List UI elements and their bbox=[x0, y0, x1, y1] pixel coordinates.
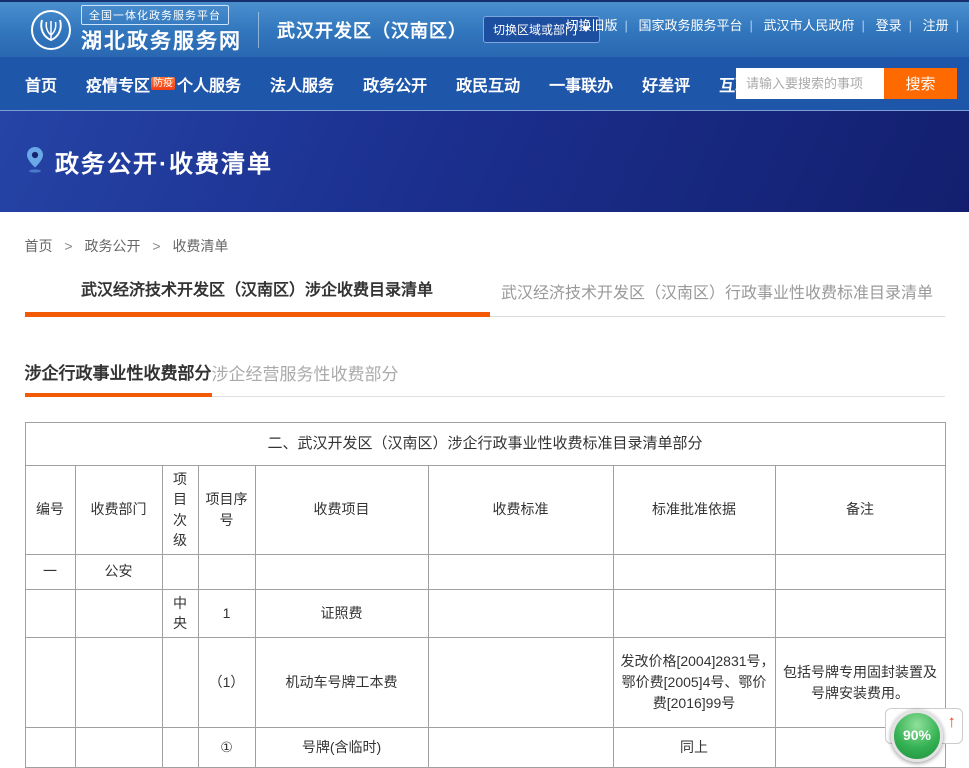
link-national-platform[interactable]: 国家政务服务平台 bbox=[639, 18, 743, 33]
tab-admin-fee-standard-list[interactable]: 武汉经济技术开发区（汉南区）行政事业性收费标准目录清单 bbox=[490, 279, 945, 317]
utility-links: 切换旧版 | 国家政务服务平台 | 武汉市人民政府 | 登录 | 注册 | bbox=[560, 15, 961, 34]
table-cell bbox=[162, 554, 198, 589]
table-cell bbox=[25, 589, 75, 637]
breadcrumb: 首页 > 政务公开 > 收费清单 bbox=[25, 212, 945, 256]
link-login[interactable]: 登录 bbox=[876, 18, 902, 33]
col-header-remarks: 备注 bbox=[775, 466, 945, 555]
table-cell bbox=[25, 728, 75, 768]
fee-table: 二、武汉开发区（汉南区）涉企行政事业性收费标准目录清单部分 编号 收费部门 项目… bbox=[25, 422, 946, 768]
page-zoom-button[interactable]: 90% bbox=[891, 710, 943, 762]
table-cell: 机动车号牌工本费 bbox=[255, 638, 428, 728]
search-bar: 搜索 bbox=[736, 68, 957, 99]
page-banner: 政务公开·收费清单 bbox=[0, 110, 969, 212]
breadcrumb-separator: > bbox=[64, 238, 72, 254]
nav-item-public-interaction[interactable]: 政民互动 bbox=[456, 72, 520, 96]
tab-enterprise-fee-list[interactable]: 武汉经济技术开发区（汉南区）涉企收费目录清单 bbox=[25, 276, 490, 317]
top-header-bar: 全国一体化政务服务平台 湖北政务服务网 武汉开发区（汉南区） 切换区域或部门 切… bbox=[0, 0, 969, 57]
search-input[interactable] bbox=[736, 68, 884, 99]
table-cell: 1 bbox=[198, 589, 255, 637]
link-register[interactable]: 注册 bbox=[923, 18, 949, 33]
table-cell bbox=[775, 589, 945, 637]
table-cell bbox=[428, 554, 613, 589]
site-logo[interactable]: 全国一体化政务服务平台 湖北政务服务网 bbox=[30, 5, 242, 55]
table-title: 二、武汉开发区（汉南区）涉企行政事业性收费标准目录清单部分 bbox=[25, 423, 945, 466]
table-cell bbox=[428, 728, 613, 768]
table-cell: 证照费 bbox=[255, 589, 428, 637]
table-cell bbox=[613, 589, 775, 637]
back-to-top-icon[interactable]: ↑ bbox=[948, 712, 957, 732]
location-pin-icon bbox=[25, 146, 45, 178]
table-row: 一公安 bbox=[25, 554, 945, 589]
table-title-row: 二、武汉开发区（汉南区）涉企行政事业性收费标准目录清单部分 bbox=[25, 423, 945, 466]
table-cell bbox=[198, 554, 255, 589]
breadcrumb-current: 收费清单 bbox=[172, 238, 228, 254]
link-separator: | bbox=[862, 18, 865, 33]
hubei-gov-emblem-icon bbox=[30, 9, 72, 51]
breadcrumb-gov-disclosure[interactable]: 政务公开 bbox=[84, 238, 140, 254]
platform-badge: 全国一体化政务服务平台 bbox=[81, 5, 229, 25]
link-separator: | bbox=[909, 18, 912, 33]
table-row: 中央1证照费 bbox=[25, 589, 945, 637]
col-header-fee-item: 收费项目 bbox=[255, 466, 428, 555]
table-cell bbox=[162, 728, 198, 768]
region-name: 武汉开发区（汉南区） bbox=[277, 17, 467, 43]
col-header-department: 收费部门 bbox=[75, 466, 162, 555]
table-cell bbox=[162, 638, 198, 728]
epidemic-badge: 防疫 bbox=[151, 77, 175, 90]
table-row: ①号牌(含临时) 同上 bbox=[25, 728, 945, 768]
link-separator: | bbox=[750, 18, 753, 33]
table-cell: 发改价格[2004]2831号， 鄂价费[2005]4号、鄂价费[2016]99… bbox=[613, 638, 775, 728]
nav-item-epidemic[interactable]: 疫情专区防疫 bbox=[86, 72, 175, 96]
page-title: 政务公开·收费清单 bbox=[55, 144, 273, 179]
main-nav: 首页 疫情专区防疫 个人服务 法人服务 政务公开 政民互动 一事联办 好差评 互… bbox=[0, 57, 969, 110]
breadcrumb-separator: > bbox=[152, 238, 160, 254]
link-wuhan-gov[interactable]: 武汉市人民政府 bbox=[764, 18, 855, 33]
col-header-approval-basis: 标准批准依据 bbox=[613, 466, 775, 555]
table-cell: 中央 bbox=[162, 589, 198, 637]
main-tabs: 武汉经济技术开发区（汉南区）涉企收费目录清单 武汉经济技术开发区（汉南区）行政事… bbox=[25, 276, 945, 317]
nav-item-personal-services[interactable]: 个人服务 bbox=[177, 72, 241, 96]
table-cell: ① bbox=[198, 728, 255, 768]
table-cell bbox=[75, 589, 162, 637]
table-cell bbox=[75, 638, 162, 728]
nav-item-rating[interactable]: 好差评 bbox=[642, 72, 690, 96]
subtab-admin-fees[interactable]: 涉企行政事业性收费部分 bbox=[25, 359, 212, 397]
nav-item-gov-disclosure[interactable]: 政务公开 bbox=[363, 72, 427, 96]
site-name: 湖北政务服务网 bbox=[81, 30, 242, 53]
table-cell bbox=[613, 554, 775, 589]
col-header-item-level: 项目次级 bbox=[162, 466, 198, 555]
search-button[interactable]: 搜索 bbox=[884, 68, 957, 99]
table-cell bbox=[428, 589, 613, 637]
nav-item-epidemic-label: 疫情专区 bbox=[86, 78, 150, 95]
table-header-row: 编号 收费部门 项目次级 项目序号 收费项目 收费标准 标准批准依据 备注 bbox=[25, 466, 945, 555]
table-cell: 公安 bbox=[75, 554, 162, 589]
nav-item-home[interactable]: 首页 bbox=[25, 72, 57, 96]
logo-divider bbox=[258, 12, 259, 48]
logo-text: 全国一体化政务服务平台 湖北政务服务网 bbox=[81, 5, 242, 55]
banner-inner: 政务公开·收费清单 bbox=[25, 144, 273, 179]
table-row: （1）机动车号牌工本费 发改价格[2004]2831号， 鄂价费[2005]4号、… bbox=[25, 638, 945, 728]
col-header-fee-standard: 收费标准 bbox=[428, 466, 613, 555]
table-cell bbox=[75, 728, 162, 768]
nav-item-joint-handling[interactable]: 一事联办 bbox=[549, 72, 613, 96]
table-cell bbox=[775, 554, 945, 589]
table-cell bbox=[428, 638, 613, 728]
table-cell: 一 bbox=[25, 554, 75, 589]
link-old-version[interactable]: 切换旧版 bbox=[565, 18, 617, 33]
table-cell: （1） bbox=[198, 638, 255, 728]
col-header-item-seq: 项目序号 bbox=[198, 466, 255, 555]
table-cell: 号牌(含临时) bbox=[255, 728, 428, 768]
table-cell bbox=[255, 554, 428, 589]
content-area: 首页 > 政务公开 > 收费清单 武汉经济技术开发区（汉南区）涉企收费目录清单 … bbox=[25, 212, 945, 768]
table-cell bbox=[25, 638, 75, 728]
table-cell: 同上 bbox=[613, 728, 775, 768]
sub-tabs: 涉企行政事业性收费部分 涉企经营服务性收费部分 bbox=[25, 359, 945, 397]
breadcrumb-home[interactable]: 首页 bbox=[25, 238, 53, 254]
col-header-number: 编号 bbox=[25, 466, 75, 555]
link-separator: | bbox=[624, 18, 627, 33]
subtab-business-service-fees[interactable]: 涉企经营服务性收费部分 bbox=[212, 360, 399, 397]
nav-item-legal-services[interactable]: 法人服务 bbox=[270, 72, 334, 96]
link-separator: | bbox=[956, 18, 959, 33]
